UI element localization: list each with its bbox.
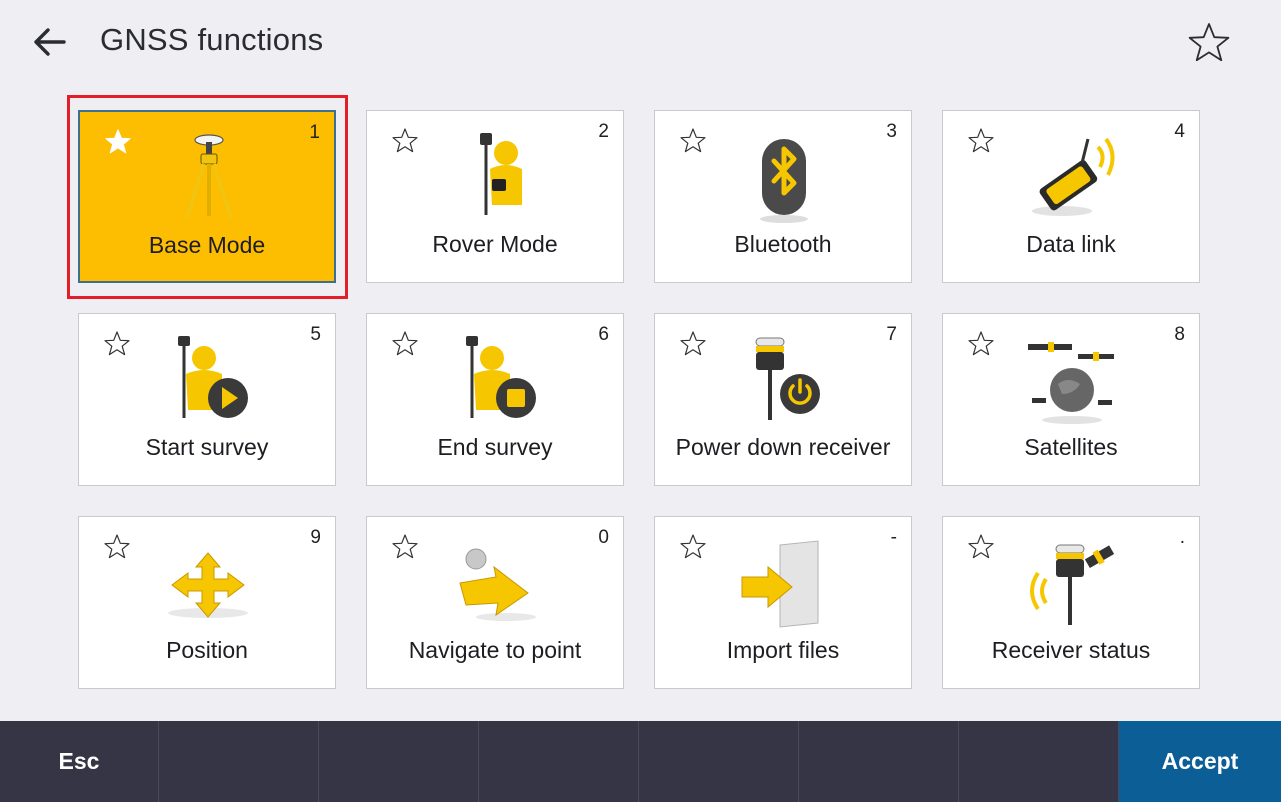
softkey-empty-4[interactable] xyxy=(480,721,639,802)
tile-navigate-to-point[interactable]: 0 Navigate to point xyxy=(366,516,624,689)
tile-base-mode[interactable]: 1 Base Mode xyxy=(78,110,336,283)
shortcut-number: - xyxy=(890,527,897,548)
softkey-empty-3[interactable] xyxy=(320,721,479,802)
back-arrow-icon[interactable] xyxy=(28,22,72,62)
bluetooth-icon xyxy=(760,139,808,223)
star-icon[interactable] xyxy=(967,127,995,155)
satellites-icon xyxy=(1028,342,1114,424)
favorite-star-icon[interactable] xyxy=(1186,20,1232,66)
star-icon[interactable] xyxy=(104,128,132,156)
shortcut-number: 8 xyxy=(1174,324,1185,345)
shortcut-number: 0 xyxy=(598,527,609,548)
shortcut-number: 9 xyxy=(310,527,321,548)
shortcut-number: 3 xyxy=(886,121,897,142)
tile-label: End survey xyxy=(437,434,553,460)
star-icon[interactable] xyxy=(967,330,995,358)
header-bar: GNSS functions xyxy=(0,0,1281,86)
softkey-empty-7[interactable] xyxy=(960,721,1119,802)
end-survey-icon xyxy=(466,336,536,418)
tile-label: Position xyxy=(166,637,248,663)
softkey-empty-2[interactable] xyxy=(160,721,319,802)
tile-label: Satellites xyxy=(1024,434,1118,460)
tile-satellites[interactable]: 8 Satellites xyxy=(942,313,1200,486)
star-icon[interactable] xyxy=(967,533,995,561)
receiver-power-icon xyxy=(755,337,820,420)
start-survey-icon xyxy=(178,336,248,418)
star-icon[interactable] xyxy=(391,533,419,561)
shortcut-number: . xyxy=(1179,527,1185,548)
shortcut-number: 7 xyxy=(886,324,897,345)
rover-person-icon xyxy=(480,133,522,215)
tile-label: Base Mode xyxy=(148,232,266,258)
softkey-empty-5[interactable] xyxy=(640,721,799,802)
star-icon[interactable] xyxy=(391,127,419,155)
tile-end-survey[interactable]: 6 End survey xyxy=(366,313,624,486)
tile-data-link[interactable]: 4 Data link xyxy=(942,110,1200,283)
tile-label: Rover Mode xyxy=(432,231,558,257)
tile-bluetooth[interactable]: 3 Bluetooth xyxy=(654,110,912,283)
star-icon[interactable] xyxy=(679,127,707,155)
tile-label: Power down receiver xyxy=(675,434,891,460)
shortcut-number: 4 xyxy=(1174,121,1185,142)
softkey-bar: Esc Accept xyxy=(0,721,1281,802)
accept-button[interactable]: Accept xyxy=(1119,721,1281,802)
tile-position[interactable]: 9 Position xyxy=(78,516,336,689)
page-title: GNSS functions xyxy=(100,22,324,57)
import-files-icon xyxy=(741,540,819,628)
shortcut-number: 6 xyxy=(598,324,609,345)
star-icon[interactable] xyxy=(103,330,131,358)
tile-rover-mode[interactable]: 2 Rover Mode xyxy=(366,110,624,283)
tile-label: Data link xyxy=(1026,231,1116,257)
tile-label: Bluetooth xyxy=(734,231,832,257)
radio-data-link-icon xyxy=(1032,137,1115,216)
position-arrows-icon xyxy=(168,552,248,618)
star-icon[interactable] xyxy=(679,533,707,561)
tile-label: Receiver status xyxy=(991,637,1151,663)
tile-start-survey[interactable]: 5 Start survey xyxy=(78,313,336,486)
base-tripod-icon xyxy=(185,134,233,219)
navigate-arrow-icon xyxy=(459,548,536,621)
shortcut-number: 5 xyxy=(310,324,321,345)
receiver-status-icon xyxy=(1030,544,1115,625)
softkey-empty-6[interactable] xyxy=(800,721,959,802)
tile-receiver-status[interactable]: . Receiver status xyxy=(942,516,1200,689)
shortcut-number: 1 xyxy=(309,122,320,143)
shortcut-number: 2 xyxy=(598,121,609,142)
tile-import-files[interactable]: - Import files xyxy=(654,516,912,689)
star-icon[interactable] xyxy=(391,330,419,358)
tile-power-down-receiver[interactable]: 7 Power down receiver xyxy=(654,313,912,486)
esc-button[interactable]: Esc xyxy=(0,721,159,802)
tile-label: Start survey xyxy=(145,434,269,460)
star-icon[interactable] xyxy=(103,533,131,561)
star-icon[interactable] xyxy=(679,330,707,358)
tile-label: Import files xyxy=(726,637,840,663)
tile-label: Navigate to point xyxy=(408,637,582,663)
